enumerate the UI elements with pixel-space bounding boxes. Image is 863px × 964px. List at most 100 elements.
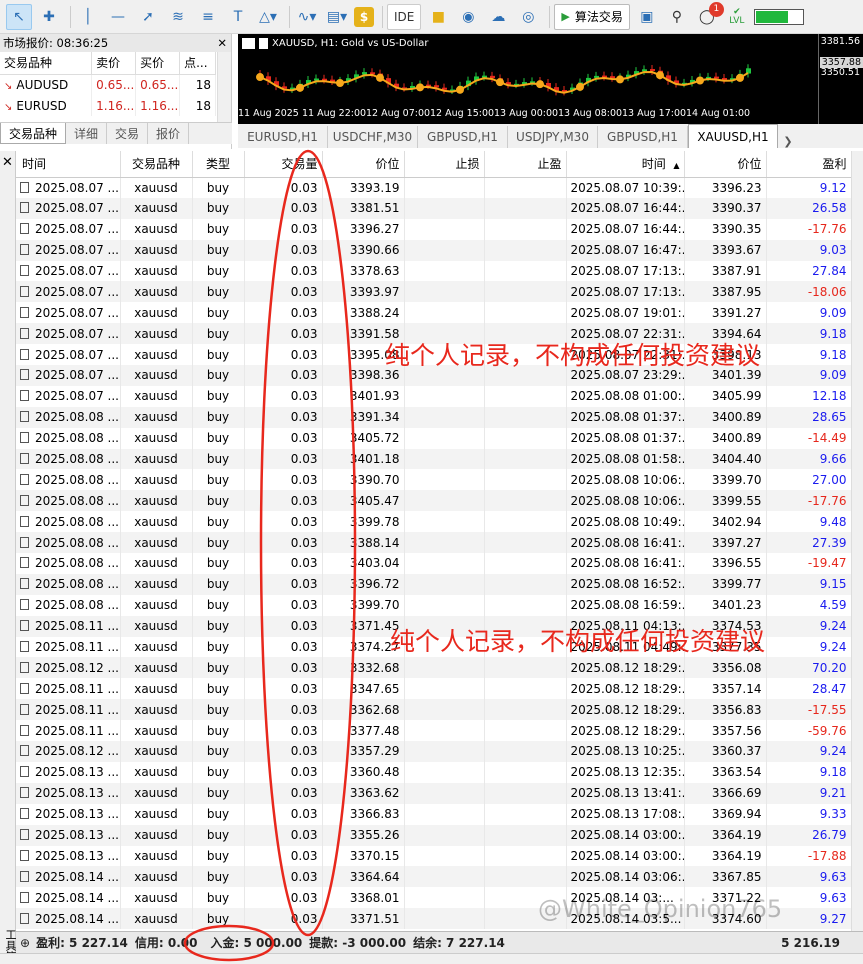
history-row[interactable]: 2025.08.08 ... xauusd buy 0.03 3399.70 2025.0… (16, 594, 852, 616)
history-row[interactable]: 2025.08.13 ... xauusd buy 0.03 3360.48 2025.0… (16, 761, 852, 783)
vps-icon[interactable]: ◎ (515, 4, 541, 30)
account-icon[interactable]: ◯ 1 (694, 1, 724, 30)
history-row[interactable]: 2025.08.07 ... xauusd buy 0.03 3391.58 2025.0… (16, 323, 852, 345)
history-row[interactable]: 2025.08.08 ... xauusd buy 0.03 3391.34 2025.0… (16, 406, 852, 428)
history-row[interactable]: 2025.08.07 ... xauusd buy 0.03 3393.19 2025.0… (16, 177, 852, 198)
history-row[interactable]: 2025.08.14 ... xauusd buy 0.03 3364.64 2025.0… (16, 866, 852, 888)
dollar-icon[interactable]: $ (354, 6, 374, 27)
history-row[interactable]: 2025.08.07 ... xauusd buy 0.03 3398.36 2025.0… (16, 365, 852, 386)
column-header[interactable]: 价位 (684, 151, 767, 178)
history-row[interactable]: 2025.08.08 ... xauusd buy 0.03 3399.78 2025.0… (16, 511, 852, 533)
market-watch-time: 08:36:25 (56, 36, 109, 50)
tab-chart[interactable]: GBPUSD,H1 (598, 126, 688, 148)
search-icon[interactable]: ⚲ (664, 4, 690, 30)
history-row[interactable]: 2025.08.08 ... xauusd buy 0.03 3388.14 2025.0… (16, 532, 852, 554)
ide-button[interactable]: IDE (387, 3, 422, 30)
cloud-icon[interactable]: ☁ (485, 4, 511, 30)
price-chart[interactable]: XAUUSD, H1: Gold vs US-Dollar 黄金 3381.56… (238, 34, 863, 124)
history-row[interactable]: 2025.08.07 ... xauusd buy 0.03 3396.27 2025.0… (16, 218, 852, 240)
indicator-icon[interactable]: ∿▾ (294, 4, 320, 30)
history-row[interactable]: 2025.08.11 ... xauusd buy 0.03 3371.45 2025.0… (16, 615, 852, 637)
tab-symbols[interactable]: 交易品种 (0, 123, 67, 144)
shopping-bag-icon[interactable]: ■ (425, 4, 451, 30)
tab-chart[interactable]: USDJPY,M30 (508, 126, 598, 148)
close-icon[interactable]: ✕ (0, 155, 15, 170)
tab-trading[interactable]: 交易 (107, 123, 149, 144)
vertical-line-icon[interactable]: │ (75, 4, 101, 30)
close-icon[interactable]: ✕ (217, 36, 231, 50)
column-header[interactable]: 交易量 (244, 151, 323, 178)
close-price: 3356.08 (684, 657, 767, 679)
history-row[interactable]: 2025.08.08 ... xauusd buy 0.03 3401.18 2025.0… (16, 448, 852, 470)
tab-chart[interactable]: EURUSD,H1 (238, 126, 328, 148)
tab-ticks[interactable]: 报价 (148, 123, 190, 144)
document-icon[interactable]: ▣ (634, 4, 660, 30)
history-row[interactable]: 2025.08.11 ... xauusd buy 0.03 3347.65 2025.0… (16, 678, 852, 700)
history-row[interactable]: 2025.08.07 ... xauusd buy 0.03 3390.66 2025.0… (16, 239, 852, 261)
algo-trading-button[interactable]: ▶ 算法交易 (554, 3, 630, 30)
market-watch-row[interactable]: ↘ AUDUSD 0.65... 0.65... 18 (0, 74, 216, 95)
volume: 0.03 (244, 720, 323, 742)
signal-icon[interactable]: ◉ (455, 4, 481, 30)
take-profit (484, 239, 567, 261)
history-row[interactable]: 2025.08.08 ... xauusd buy 0.03 3405.47 2025.0… (16, 490, 852, 512)
text-icon[interactable]: T (225, 4, 251, 30)
take-profit (484, 532, 567, 554)
column-header-sorted[interactable]: 时间 ▲ (566, 151, 685, 178)
history-row[interactable]: 2025.08.07 ... xauusd buy 0.03 3401.93 2025.0… (16, 385, 852, 407)
history-row[interactable]: 2025.08.11 ... xauusd buy 0.03 3377.48 2025.0… (16, 720, 852, 742)
column-header[interactable]: 卖价 (91, 52, 137, 75)
shapes-icon[interactable]: △▾ (255, 4, 281, 30)
column-header[interactable]: 时间 (16, 151, 121, 178)
profit: 9.18 (766, 344, 852, 366)
history-row[interactable]: 2025.08.07 ... xauusd buy 0.03 3395.08 2025.0… (16, 344, 852, 366)
trendline-icon[interactable]: ➚ (135, 4, 161, 30)
column-header[interactable]: 交易品种 (0, 52, 93, 75)
open-price: 3377.48 (322, 720, 405, 742)
history-row[interactable]: 2025.08.12 ... xauusd buy 0.03 3332.68 2025.0… (16, 657, 852, 679)
close-price: 3400.89 (684, 406, 767, 428)
column-header[interactable]: 盈利 (766, 151, 852, 178)
expand-icon[interactable]: ⊕ (20, 936, 30, 950)
history-panel: 时间 交易品种 类型 交易量 价位 止损 止盈 时间 ▲ 价位 盈利 2025.… (16, 151, 863, 931)
column-header[interactable]: 类型 (192, 151, 245, 178)
history-row[interactable]: 2025.08.07 ... xauusd buy 0.03 3393.97 2025.0… (16, 281, 852, 303)
history-row[interactable]: 2025.08.13 ... xauusd buy 0.03 3363.62 2025.0… (16, 782, 852, 804)
fibonacci-icon[interactable]: ≡ (195, 4, 221, 30)
tab-chart[interactable]: GBPUSD,H1 (418, 126, 508, 148)
tab-details[interactable]: 详细 (66, 123, 108, 144)
history-row[interactable]: 2025.08.08 ... xauusd buy 0.03 3396.72 2025.0… (16, 573, 852, 595)
history-row[interactable]: 2025.08.13 ... xauusd buy 0.03 3366.83 2025.0… (16, 803, 852, 825)
column-header[interactable]: 买价 (135, 52, 181, 75)
stop-loss (404, 427, 485, 449)
type: buy (192, 761, 245, 783)
column-header[interactable]: 止损 (404, 151, 485, 178)
history-row[interactable]: 2025.08.11 ... xauusd buy 0.03 3374.27 2025.0… (16, 636, 852, 658)
history-row[interactable]: 2025.08.07 ... xauusd buy 0.03 3381.51 2025.0… (16, 197, 852, 219)
scroll-tabs-right-icon[interactable]: ❯ (778, 135, 798, 148)
column-header[interactable]: 点... (179, 52, 216, 75)
history-row[interactable]: 2025.08.08 ... xauusd buy 0.03 3390.70 2025.0… (16, 469, 852, 491)
history-row[interactable]: 2025.08.08 ... xauusd buy 0.03 3405.72 2025.0… (16, 427, 852, 449)
close-time: 2025.08.12 18:29:... (566, 720, 685, 742)
channel-icon[interactable]: ≋ (165, 4, 191, 30)
history-row[interactable]: 2025.08.13 ... xauusd buy 0.03 3355.26 2025.0… (16, 824, 852, 846)
crosshair-icon[interactable]: ✚ (36, 4, 62, 30)
symbol: xauusd (120, 824, 193, 846)
history-row[interactable]: 2025.08.08 ... xauusd buy 0.03 3403.04 2025.0… (16, 553, 852, 574)
history-row[interactable]: 2025.08.07 ... xauusd buy 0.03 3378.63 2025.0… (16, 260, 852, 282)
tab-chart-active[interactable]: XAUUSD,H1 (688, 124, 778, 148)
column-header[interactable]: 交易品种 (120, 151, 193, 178)
horizontal-line-icon[interactable]: — (105, 4, 131, 30)
column-header[interactable]: 止盈 (484, 151, 567, 178)
cursor-icon[interactable]: ↖ (6, 3, 32, 30)
chart-type-icon[interactable]: ▤▾ (324, 4, 350, 30)
tab-chart[interactable]: USDCHF,M30 (328, 126, 418, 148)
history-row[interactable]: 2025.08.07 ... xauusd buy 0.03 3388.24 2025.0… (16, 302, 852, 324)
history-row[interactable]: 2025.08.12 ... xauusd buy 0.03 3357.29 2025.0… (16, 741, 852, 762)
history-row[interactable]: 2025.08.11 ... xauusd buy 0.03 3362.68 2025.0… (16, 699, 852, 721)
column-header[interactable]: 价位 (322, 151, 405, 178)
history-row[interactable]: 2025.08.13 ... xauusd buy 0.03 3370.15 2025.0… (16, 845, 852, 867)
history-scrollbar[interactable] (851, 151, 863, 931)
market-watch-row[interactable]: ↘ EURUSD 1.16... 1.16... 18 (0, 95, 216, 116)
